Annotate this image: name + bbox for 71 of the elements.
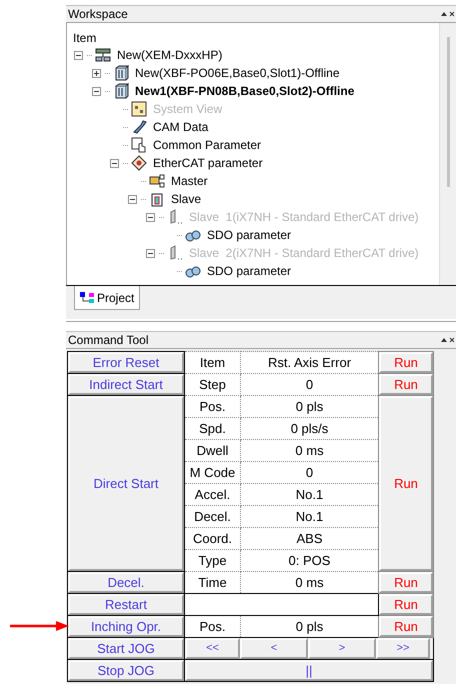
column-header: Item (73, 30, 98, 46)
panel-title: Workspace (68, 6, 128, 23)
value-field[interactable]: 0 (240, 374, 378, 396)
item-label: Type (184, 550, 240, 572)
command-button[interactable]: Restart (68, 594, 184, 615)
item-label: Step (184, 374, 240, 396)
value-field[interactable]: 0 (240, 462, 378, 484)
run-button[interactable]: Run (379, 374, 433, 395)
value-field[interactable]: Rst. Axis Error (240, 352, 378, 374)
item-label: Accel. (184, 484, 240, 506)
command-button[interactable]: Start JOG (68, 638, 184, 659)
run-button[interactable]: Run (379, 616, 433, 637)
value-field[interactable]: 0 pls (240, 396, 378, 418)
item-label: Time (184, 572, 240, 594)
module-icon (149, 191, 165, 207)
command-button[interactable]: Indirect Start (68, 374, 184, 395)
jog-button[interactable]: << (185, 638, 240, 659)
item-label: M Code (184, 462, 240, 484)
value-field[interactable]: 0 pls (240, 616, 378, 638)
tree-item[interactable]: New(XBF-PO06E,Base0,Slot1)-Offline (132, 64, 340, 82)
run-button[interactable]: Run (379, 396, 433, 571)
expander-icon[interactable] (110, 158, 119, 168)
command-button[interactable]: Error Reset (68, 352, 184, 373)
run-button[interactable]: Run (379, 594, 433, 615)
panel-title: Command Tool (68, 332, 148, 349)
tree-item[interactable]: Slave (168, 190, 202, 208)
diamond-icon (131, 155, 147, 171)
value-field[interactable]: 0: POS (240, 550, 378, 572)
expander-icon[interactable] (74, 50, 83, 60)
scrollbar[interactable] (439, 23, 456, 285)
stop-button[interactable]: || (185, 660, 433, 681)
tree-item[interactable]: CAM Data (150, 118, 208, 136)
run-button[interactable]: Run (379, 352, 433, 373)
item-label: Spd. (184, 418, 240, 440)
value-field[interactable]: No.1 (240, 484, 378, 506)
panel-tab[interactable]: Project (74, 286, 140, 310)
folder-tree-icon (149, 173, 165, 189)
expander-icon[interactable] (92, 86, 101, 96)
value-field[interactable]: 0 ms (240, 440, 378, 462)
pin-icon[interactable] (440, 10, 454, 18)
command-button[interactable]: Stop JOG (68, 660, 184, 681)
diagram-icon (131, 101, 147, 117)
module-icon (113, 65, 129, 81)
network-icon (95, 47, 111, 63)
command-button[interactable]: Decel. (68, 572, 184, 593)
tree-item[interactable]: New1(XBF-PN08B,Base0,Slot2)-Offline (132, 82, 354, 100)
tree-icon (80, 292, 94, 304)
command-button[interactable]: Inching Opr. (68, 616, 184, 637)
value-field[interactable]: ABS (240, 528, 378, 550)
tree-item[interactable]: Common Parameter (150, 136, 262, 154)
run-button[interactable]: Run (379, 572, 433, 593)
value-field[interactable]: No.1 (240, 506, 378, 528)
value-field[interactable]: 0 pls/s (240, 418, 378, 440)
module-icon (113, 83, 129, 99)
tree-item[interactable]: EtherCAT parameter (150, 154, 263, 172)
item-label: Pos. (184, 616, 240, 638)
command-button[interactable]: Direct Start (68, 396, 184, 571)
item-label: Dwell (184, 440, 240, 462)
expander-icon[interactable] (128, 194, 137, 204)
pin-icon[interactable] (440, 336, 454, 344)
item-label: Coord. (184, 528, 240, 550)
tree-item[interactable]: New(XEM-DxxxHP) (114, 46, 222, 64)
expander-icon[interactable] (92, 68, 101, 78)
tree-item[interactable]: Master (168, 172, 208, 190)
item-label: Decel. (184, 506, 240, 528)
jog-button[interactable]: < (240, 638, 308, 659)
jog-button[interactable]: > (308, 638, 376, 659)
jog-button[interactable]: >> (376, 638, 430, 659)
value-field[interactable]: 0 ms (240, 572, 378, 594)
item-label: Item (184, 352, 240, 374)
item-label: Pos. (184, 396, 240, 418)
